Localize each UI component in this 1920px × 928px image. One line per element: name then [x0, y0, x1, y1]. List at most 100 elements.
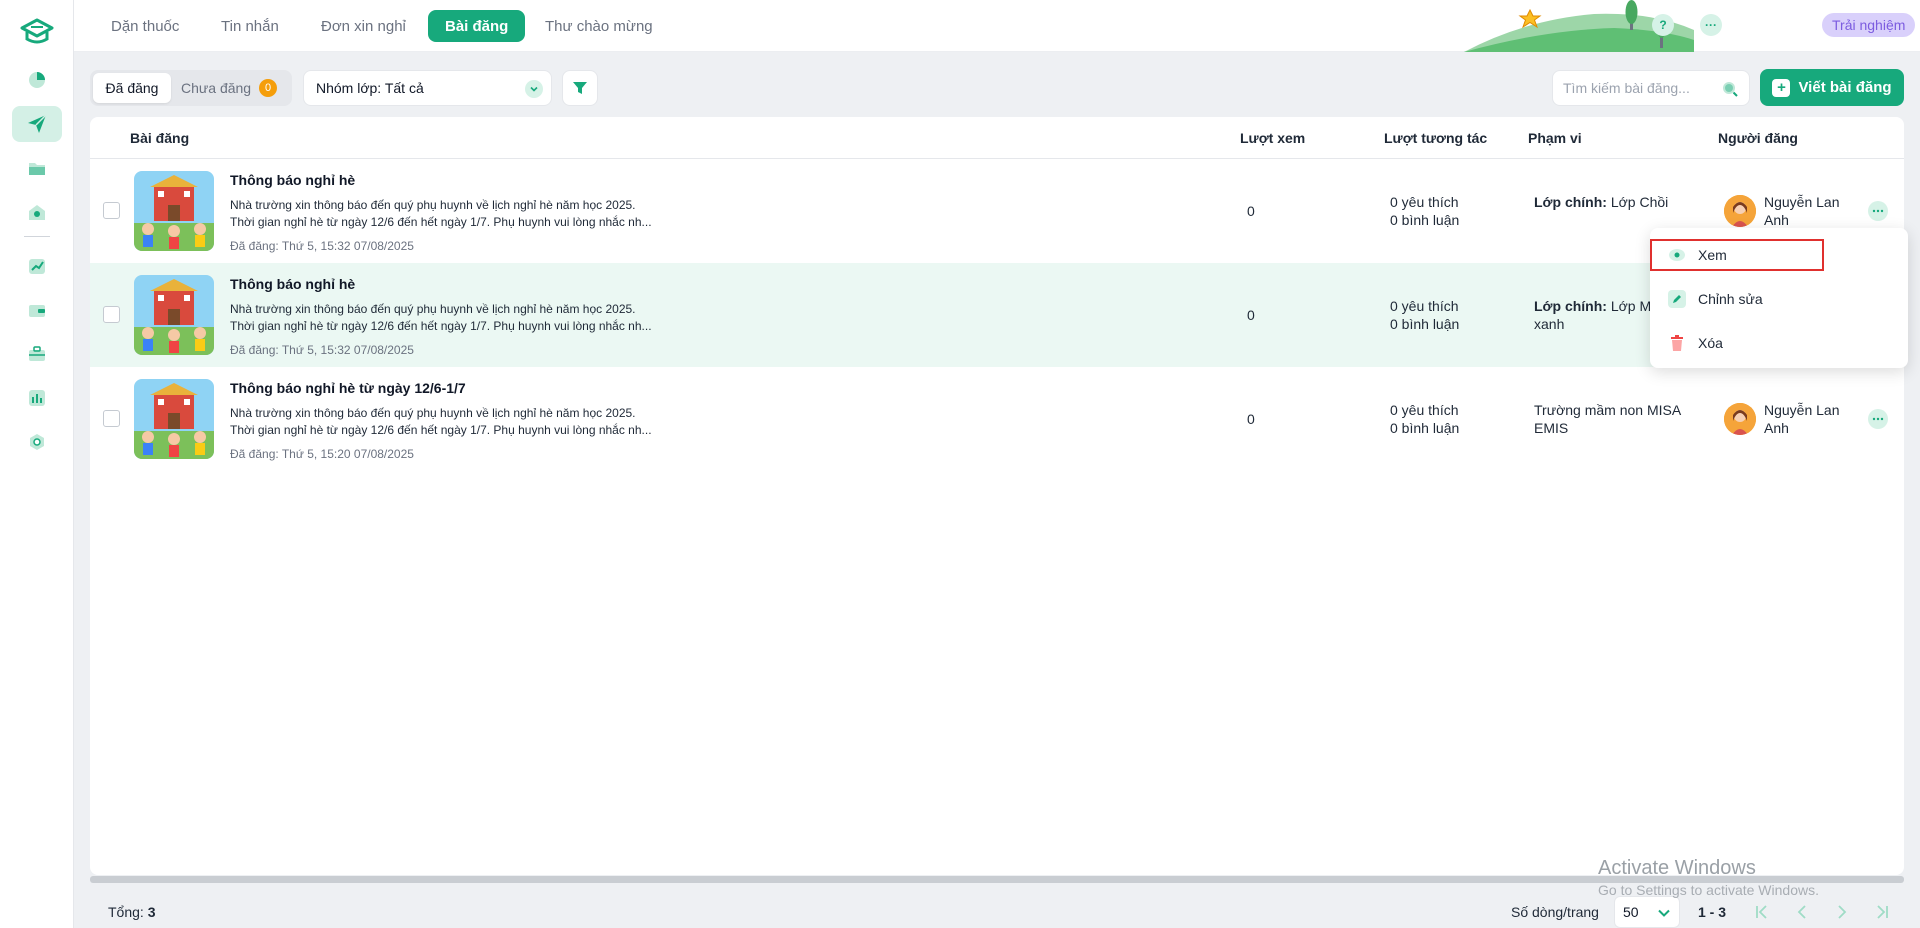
plus-icon: +: [1772, 78, 1791, 97]
row-checkbox[interactable]: [103, 306, 120, 323]
unpublished-toggle[interactable]: Chưa đăng 0: [181, 73, 278, 103]
class-group-select[interactable]: Nhóm lớp: Tất cả: [303, 70, 552, 106]
post-date: Đã đăng: Thứ 5, 15:32 07/08/2025: [230, 239, 414, 253]
windows-activation-watermark: Activate Windows: [1598, 857, 1756, 879]
unpublished-count-badge: 0: [259, 79, 278, 97]
total-value: 3: [147, 904, 156, 920]
last-page-button[interactable]: [1872, 902, 1892, 922]
tab-messages[interactable]: Tin nhắn: [204, 10, 296, 42]
scope-value: Lớp Chồi: [1610, 194, 1669, 210]
post-scope: Lớp chính: Lớp M xanh: [1534, 297, 1654, 333]
nav-reports[interactable]: [12, 248, 62, 284]
post-title[interactable]: Thông báo nghỉ hè: [230, 172, 355, 188]
nav-posts[interactable]: [12, 106, 62, 142]
post-thumbnail: [134, 379, 214, 459]
post-scope: Trường mầm non MISA EMIS: [1534, 401, 1684, 437]
menu-delete[interactable]: Xóa: [1668, 334, 1723, 352]
post-excerpt-line: Nhà trường xin thông báo đến quý phụ huy…: [230, 198, 636, 212]
more-dots-icon: [1872, 209, 1884, 213]
nav-finance[interactable]: [12, 292, 62, 328]
trial-button[interactable]: Trải nghiệm: [1822, 13, 1916, 37]
interaction-stats: 0 yêu thích 0 bình luận: [1390, 401, 1459, 437]
table-row[interactable]: Thông báo nghỉ hè từ ngày 12/6-1/7 Nhà t…: [90, 367, 1904, 471]
like-count: 0 yêu thích: [1390, 194, 1459, 210]
menu-view-label: Xem: [1698, 247, 1727, 263]
trash-icon: [1668, 334, 1686, 352]
first-page-icon: [1756, 905, 1767, 919]
nav-settings[interactable]: [12, 424, 62, 460]
row-more-button[interactable]: [1868, 201, 1888, 221]
row-checkbox[interactable]: [103, 410, 120, 427]
write-post-button[interactable]: + Viết bài đăng: [1760, 69, 1904, 106]
scope-label: Lớp chính:: [1534, 194, 1607, 210]
view-count: 0: [1247, 307, 1255, 323]
rows-per-page-value: 50: [1623, 904, 1639, 920]
folder-icon: [29, 163, 45, 175]
search-icon[interactable]: [1721, 80, 1739, 103]
row-checkbox[interactable]: [103, 202, 120, 219]
post-excerpt-line: Thời gian nghỉ hè từ ngày 12/6 đến hết n…: [230, 423, 652, 437]
poster-name: Nguyễn Lan Anh: [1764, 194, 1840, 228]
view-count: 0: [1247, 411, 1255, 427]
wallet-icon: [29, 305, 45, 317]
post-date: Đã đăng: Thứ 5, 15:32 07/08/2025: [230, 343, 414, 357]
publish-status-toggle: Đã đăng Chưa đăng 0: [90, 70, 292, 106]
rows-per-page-select[interactable]: 50: [1614, 896, 1680, 928]
send-icon: [28, 114, 47, 133]
poster-avatar: [1724, 403, 1756, 435]
chevron-down-icon: [525, 80, 543, 98]
filter-button[interactable]: [562, 70, 598, 106]
menu-edit[interactable]: Chỉnh sửa: [1668, 290, 1763, 308]
top-bar: Dặn thuốc Tin nhắn Đơn xin nghỉ Bài đăng…: [74, 0, 1920, 52]
trend-chart-icon: [29, 259, 45, 274]
first-page-button[interactable]: [1752, 902, 1772, 922]
table-row[interactable]: Thông báo nghỉ hè Nhà trường xin thông b…: [90, 263, 1904, 367]
posts-table: Bài đăng Lượt xem Lượt tương tác Phạm vi…: [90, 117, 1904, 883]
chevron-right-icon: [1838, 905, 1847, 919]
tab-welcome-letters[interactable]: Thư chào mừng: [528, 10, 670, 42]
pencil-icon: [1668, 290, 1686, 308]
post-scope: Lớp chính: Lớp Chồi: [1534, 193, 1704, 211]
view-count: 0: [1247, 203, 1255, 219]
scope-value: Trường mầm non MISA EMIS: [1534, 402, 1681, 436]
published-toggle[interactable]: Đã đăng: [93, 73, 171, 103]
row-more-button[interactable]: [1868, 409, 1888, 429]
chevron-left-icon: [1797, 905, 1806, 919]
row-context-menu: Xem Chỉnh sửa Xóa: [1650, 228, 1908, 368]
post-thumbnail: [134, 171, 214, 251]
nav-school[interactable]: [12, 194, 62, 230]
help-button[interactable]: ?: [1652, 14, 1674, 36]
post-title[interactable]: Thông báo nghỉ hè từ ngày 12/6-1/7: [230, 380, 466, 396]
nav-staff[interactable]: [12, 336, 62, 372]
sidebar: [0, 0, 74, 928]
nav-statistics[interactable]: [12, 380, 62, 416]
tab-medicine[interactable]: Dặn thuốc: [94, 10, 196, 42]
nav-dashboard[interactable]: [12, 62, 62, 98]
interaction-stats: 0 yêu thích 0 bình luận: [1390, 193, 1459, 229]
column-post: Bài đăng: [130, 130, 190, 146]
post-excerpt-line: Nhà trường xin thông báo đến quý phụ huy…: [230, 406, 636, 420]
table-row[interactable]: Thông báo nghỉ hè Nhà trường xin thông b…: [90, 159, 1904, 263]
page-range: 1 - 3: [1698, 904, 1727, 920]
sidebar-divider: [24, 236, 50, 237]
search-input[interactable]: [1553, 71, 1713, 105]
bar-chart-icon: [29, 390, 45, 406]
rows-per-page-label: Số dòng/trang: [1511, 904, 1599, 920]
post-title[interactable]: Thông báo nghỉ hè: [230, 276, 355, 292]
more-apps-button[interactable]: ···: [1700, 14, 1722, 36]
next-page-button[interactable]: [1832, 902, 1852, 922]
settings-icon: [30, 434, 44, 450]
tab-posts[interactable]: Bài đăng: [428, 10, 526, 42]
column-views: Lượt xem: [1240, 130, 1306, 146]
post-excerpt-line: Thời gian nghỉ hè từ ngày 12/6 đến hết n…: [230, 319, 652, 333]
last-page-icon: [1877, 905, 1888, 919]
table-header: Bài đăng Lượt xem Lượt tương tác Phạm vi…: [90, 117, 1904, 159]
briefcase-icon: [29, 346, 45, 361]
comment-count: 0 bình luận: [1390, 316, 1460, 332]
tab-leave-requests[interactable]: Đơn xin nghỉ: [304, 10, 423, 42]
menu-view[interactable]: Xem: [1668, 246, 1727, 264]
prev-page-button[interactable]: [1792, 902, 1812, 922]
column-scope: Phạm vi: [1528, 130, 1582, 146]
nav-files[interactable]: [12, 150, 62, 186]
app-logo[interactable]: [18, 14, 56, 48]
